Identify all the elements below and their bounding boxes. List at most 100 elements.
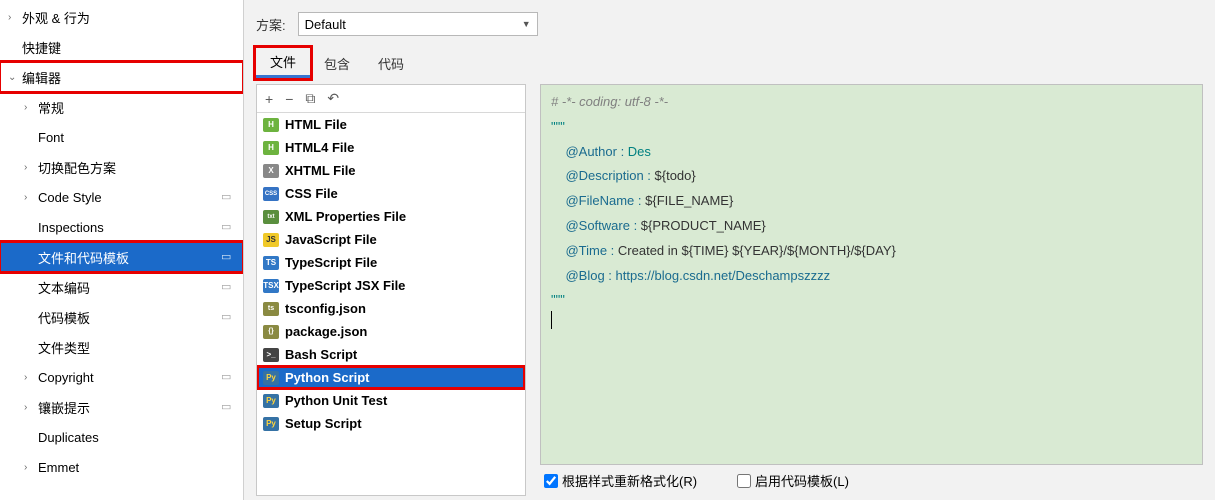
sidebar-item[interactable]: ›外观 & 行为 xyxy=(0,2,243,32)
sidebar-item-label: 编辑器 xyxy=(22,68,243,87)
split-area: + − ⧉ ↶ HHTML FileHHTML4 FileXXHTML File… xyxy=(256,84,1203,496)
tab[interactable]: 代码 xyxy=(364,50,418,77)
file-item[interactable]: >_Bash Script xyxy=(257,343,525,366)
file-item-label: package.json xyxy=(285,324,367,339)
add-icon[interactable]: + xyxy=(265,91,273,107)
chevron-icon: › xyxy=(24,462,38,473)
sidebar-item[interactable]: 快捷键 xyxy=(0,32,243,62)
sidebar-item-label: Code Style xyxy=(38,190,221,205)
chevron-icon: › xyxy=(24,402,38,413)
badge-icon: ▭ xyxy=(221,280,235,294)
sidebar-item-label: 快捷键 xyxy=(22,38,243,57)
file-item[interactable]: ts tsconfig.json xyxy=(257,297,525,320)
sidebar-item[interactable]: 文件和代码模板▭ xyxy=(0,242,243,272)
file-item-label: Setup Script xyxy=(285,416,362,431)
sidebar-item[interactable]: ›常规 xyxy=(0,92,243,122)
live-template-checkbox[interactable]: 启用代码模板(L) xyxy=(737,471,849,490)
file-list: HHTML FileHHTML4 FileXXHTML FileCSSCSS F… xyxy=(257,113,525,495)
sidebar-item[interactable]: 代码模板▭ xyxy=(0,302,243,332)
file-type-icon: txt xyxy=(263,210,279,224)
live-template-input[interactable] xyxy=(737,474,751,488)
sidebar-item-label: 文件和代码模板 xyxy=(38,248,221,267)
sidebar-item-label: Font xyxy=(38,130,243,145)
file-type-icon: H xyxy=(263,118,279,132)
sidebar-item[interactable]: 文件类型 xyxy=(0,332,243,362)
copy-icon[interactable]: ⧉ xyxy=(305,90,315,107)
editor-options: 根据样式重新格式化(R) 启用代码模板(L) xyxy=(540,465,1203,496)
sidebar-item[interactable]: ›镶嵌提示▭ xyxy=(0,392,243,422)
sidebar-item-label: Duplicates xyxy=(38,430,243,445)
file-item[interactable]: Py Python Script xyxy=(257,366,525,389)
file-item[interactable]: H HTML4 File xyxy=(257,136,525,159)
scheme-label: 方案: xyxy=(256,15,286,34)
file-type-icon: Py xyxy=(263,371,279,385)
sidebar-item[interactable]: ›切换配色方案 xyxy=(0,152,243,182)
sidebar-item[interactable]: Inspections▭ xyxy=(0,212,243,242)
file-item[interactable]: PySetup Script xyxy=(257,412,525,435)
file-type-icon: >_ xyxy=(263,348,279,362)
sidebar-item-label: 外观 & 行为 xyxy=(22,8,243,27)
sidebar-item[interactable]: ›Copyright▭ xyxy=(0,362,243,392)
file-item-label: Python Script xyxy=(285,370,370,385)
sidebar-item-label: 常规 xyxy=(38,98,243,117)
file-item-label: HTML4 File xyxy=(285,140,354,155)
file-item[interactable]: XXHTML File xyxy=(257,159,525,182)
file-item-label: TypeScript File xyxy=(285,255,377,270)
sidebar-item[interactable]: Font xyxy=(0,122,243,152)
tab[interactable]: 包含 xyxy=(310,50,364,77)
file-type-icon: X xyxy=(263,164,279,178)
file-item[interactable]: TSX TypeScript JSX File xyxy=(257,274,525,297)
file-type-icon: Py xyxy=(263,394,279,408)
sidebar-item-label: Inspections xyxy=(38,220,221,235)
file-type-icon: CSS xyxy=(263,187,279,201)
tab[interactable]: 文件 xyxy=(256,48,310,78)
file-item-label: Python Unit Test xyxy=(285,393,387,408)
chevron-icon: › xyxy=(24,162,38,173)
chevron-icon: › xyxy=(24,192,38,203)
file-type-icon: {} xyxy=(263,325,279,339)
badge-icon: ▭ xyxy=(221,310,235,324)
badge-icon: ▭ xyxy=(221,370,235,384)
sidebar-item-label: 镶嵌提示 xyxy=(38,398,221,417)
sidebar-item-label: 文本编码 xyxy=(38,278,221,297)
badge-icon: ▭ xyxy=(221,400,235,414)
file-type-icon: TS xyxy=(263,256,279,270)
file-item[interactable]: Py Python Unit Test xyxy=(257,389,525,412)
undo-icon[interactable]: ↶ xyxy=(327,90,339,107)
file-item[interactable]: JSJavaScript File xyxy=(257,228,525,251)
sidebar-item-label: Emmet xyxy=(38,460,243,475)
chevron-icon: › xyxy=(24,372,38,383)
scheme-value: Default xyxy=(305,17,346,32)
template-editor[interactable]: # -*- coding: utf-8 -*- """ @Author : De… xyxy=(540,84,1203,465)
badge-icon: ▭ xyxy=(221,250,235,264)
templates-list-pane: + − ⧉ ↶ HHTML FileHHTML4 FileXXHTML File… xyxy=(256,84,526,496)
sidebar-item[interactable]: ›Code Style▭ xyxy=(0,182,243,212)
scheme-select[interactable]: Default ▼ xyxy=(298,12,538,36)
file-item-label: TypeScript JSX File xyxy=(285,278,405,293)
tabs: 文件包含代码 xyxy=(256,48,1203,78)
file-item-label: tsconfig.json xyxy=(285,301,366,316)
sidebar-item-label: Copyright xyxy=(38,370,221,385)
sidebar-item[interactable]: 文本编码▭ xyxy=(0,272,243,302)
file-type-icon: JS xyxy=(263,233,279,247)
file-item[interactable]: CSS CSS File xyxy=(257,182,525,205)
file-item-label: CSS File xyxy=(285,186,338,201)
file-type-icon: H xyxy=(263,141,279,155)
file-item-label: XML Properties File xyxy=(285,209,406,224)
sidebar-item-label: 代码模板 xyxy=(38,308,221,327)
sidebar-item[interactable]: ⌄编辑器 xyxy=(0,62,243,92)
scheme-row: 方案: Default ▼ xyxy=(256,12,1203,36)
reformat-checkbox[interactable]: 根据样式重新格式化(R) xyxy=(544,471,697,490)
badge-icon: ▭ xyxy=(221,220,235,234)
reformat-label: 根据样式重新格式化(R) xyxy=(562,471,697,490)
file-item[interactable]: {} package.json xyxy=(257,320,525,343)
sidebar-item[interactable]: Duplicates xyxy=(0,422,243,452)
file-item[interactable]: HHTML File xyxy=(257,113,525,136)
remove-icon[interactable]: − xyxy=(285,91,293,107)
file-type-icon: TSX xyxy=(263,279,279,293)
sidebar-item[interactable]: ›Emmet xyxy=(0,452,243,482)
file-item[interactable]: TS TypeScript File xyxy=(257,251,525,274)
file-type-icon: ts xyxy=(263,302,279,316)
reformat-input[interactable] xyxy=(544,474,558,488)
file-item[interactable]: txt XML Properties File xyxy=(257,205,525,228)
